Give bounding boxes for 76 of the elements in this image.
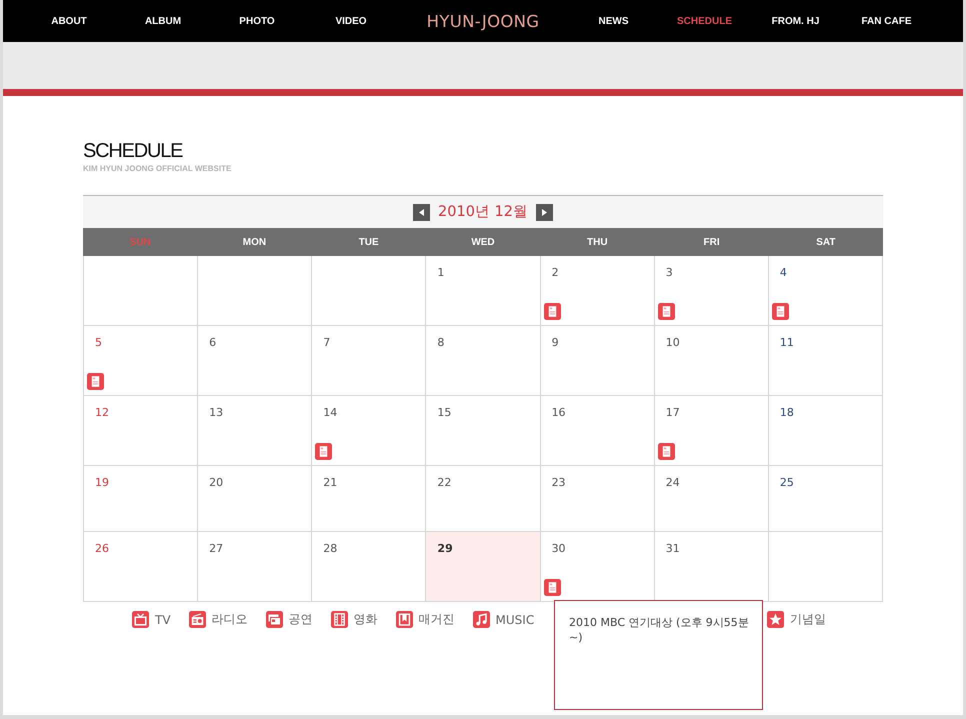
triangle-right-icon: [542, 208, 547, 216]
day-number: 11: [780, 336, 794, 350]
page-title: SCHEDULE: [83, 140, 184, 162]
legend-label: 공연: [288, 611, 313, 628]
nav-link[interactable]: SCHEDULE: [659, 16, 750, 26]
day-number: 10: [666, 336, 680, 350]
book-icon: [396, 611, 413, 628]
day-number: 9: [552, 336, 559, 350]
previous-month-button[interactable]: [413, 204, 430, 220]
triangle-left-icon: [419, 208, 424, 216]
day-number: 1: [437, 266, 444, 280]
day-number: 27: [209, 542, 224, 556]
weekday-label: WED: [470, 236, 496, 248]
star-icon: [767, 611, 784, 628]
day-number: 20: [209, 476, 224, 490]
day-number: 28: [323, 542, 338, 556]
weekday-label: FRI: [702, 236, 721, 248]
day-number: 18: [780, 406, 794, 420]
ticket-icon: [266, 611, 283, 628]
weekday-label: THU: [586, 236, 609, 248]
radio-icon: [188, 611, 206, 628]
site-logo[interactable]: HYUN-JOONG: [426, 12, 540, 30]
film-icon: [330, 611, 348, 628]
legend-label: TV: [155, 612, 171, 626]
day-number: 30: [552, 542, 566, 556]
page-subtitle: KIM HYUN JOONG OFFICIAL WEBSITE: [83, 163, 232, 174]
weekday-label: MON: [242, 236, 268, 248]
day-number: 17: [666, 406, 680, 420]
legend-label: 라디오: [212, 611, 248, 628]
day-number: 8: [437, 336, 444, 350]
day-number: 26: [95, 542, 109, 556]
event-tooltip: 2010 MBC 연기대상 (오후 9시55분 ~): [554, 600, 763, 710]
day-number: 6: [209, 336, 216, 350]
day-number: 29: [437, 542, 453, 556]
legend-label: 매거진: [418, 611, 455, 628]
music-note-icon: [472, 611, 490, 628]
document-icon[interactable]: [544, 303, 561, 320]
day-number: 2: [552, 266, 559, 280]
day-number: 14: [323, 406, 338, 420]
nav-link[interactable]: ALBUM: [116, 16, 210, 26]
day-number: 21: [323, 476, 338, 490]
legend-label: MUSIC: [496, 612, 534, 626]
weekday-label: SUN: [128, 236, 152, 248]
day-number: 22: [437, 476, 452, 490]
day-number: 13: [209, 406, 224, 420]
document-icon[interactable]: [658, 303, 675, 320]
nav-link[interactable]: FROM. HJ: [750, 16, 841, 26]
nav-link[interactable]: NEWS: [568, 16, 659, 26]
month-label: 2010년 12월: [438, 203, 528, 221]
document-icon[interactable]: [315, 443, 332, 460]
weekday-label: TUE: [358, 236, 380, 248]
day-number: 3: [666, 266, 673, 280]
document-icon[interactable]: [772, 303, 789, 320]
day-number: 15: [437, 406, 452, 420]
nav-link[interactable]: VIDEO: [304, 16, 398, 26]
document-icon[interactable]: [544, 579, 561, 596]
nav-link[interactable]: PHOTO: [210, 16, 304, 26]
day-number: 7: [323, 336, 330, 350]
day-number: 31: [666, 542, 680, 556]
nav-link[interactable]: ABOUT: [22, 16, 116, 26]
tv-icon: [132, 611, 149, 628]
document-icon[interactable]: [658, 443, 675, 460]
day-number: 19: [95, 476, 109, 490]
day-number: 23: [552, 476, 566, 490]
day-number: 5: [95, 336, 102, 350]
day-number: 25: [780, 476, 794, 490]
next-month-button[interactable]: [536, 204, 553, 220]
document-icon[interactable]: [87, 373, 104, 390]
legend-label: 영화: [354, 611, 378, 628]
legend-label: 기념일: [790, 611, 826, 628]
day-number: 4: [780, 266, 787, 280]
nav-link[interactable]: FAN CAFE: [841, 16, 932, 26]
day-number: 16: [552, 406, 566, 420]
weekday-label: SAT: [815, 236, 836, 248]
day-number: 24: [666, 476, 680, 490]
day-number: 12: [95, 406, 109, 420]
